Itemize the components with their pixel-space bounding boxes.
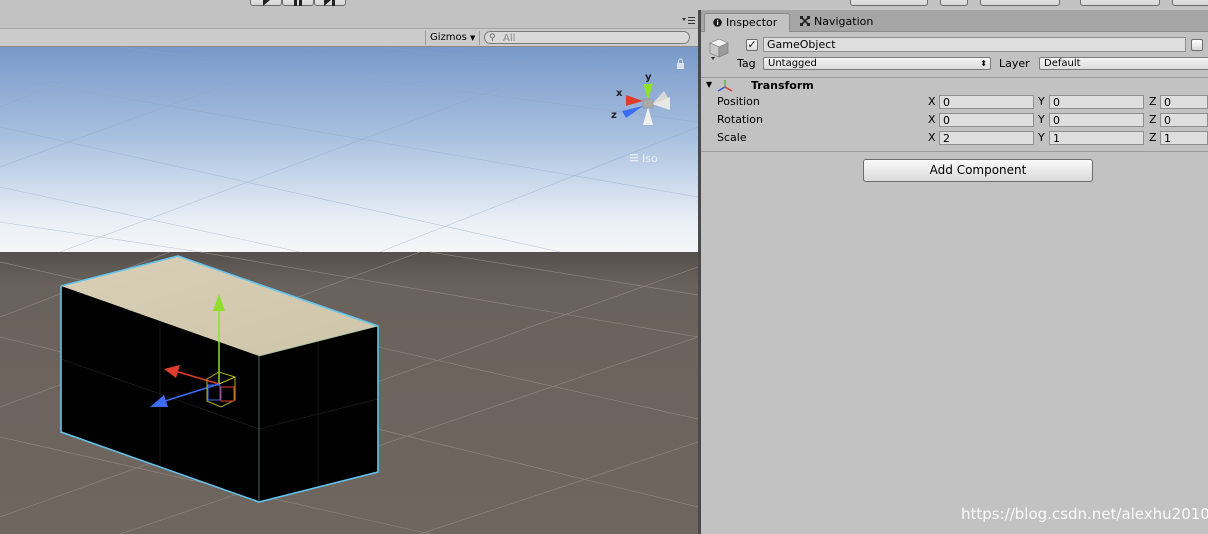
transform-axes-icon	[717, 80, 733, 92]
scene-tab-bar	[0, 10, 698, 28]
position-y-axis: Y	[1038, 95, 1045, 108]
transform-title: Transform	[751, 79, 814, 92]
layer-value: Default	[1044, 58, 1081, 69]
static-toggle[interactable]	[1191, 39, 1203, 51]
rotation-label: Rotation	[717, 113, 764, 126]
scale-x-axis: X	[928, 131, 936, 144]
inspector-panel: Inspector Navigation ✓ GameObject Tag Un…	[701, 10, 1208, 534]
inspector-tab-bar: Inspector Navigation	[701, 10, 1208, 32]
add-component-button[interactable]: Add Component	[863, 159, 1093, 182]
projection-label: Iso	[642, 152, 658, 165]
iso-icon	[630, 154, 638, 162]
main-toolbar	[0, 0, 1208, 10]
pause-button[interactable]	[282, 0, 314, 6]
tab-navigation[interactable]: Navigation	[792, 13, 892, 32]
rotation-y-axis: Y	[1038, 113, 1045, 126]
search-placeholder: All	[503, 33, 516, 44]
gameobject-header: ✓ GameObject Tag Untagged ⬍ Layer Defaul…	[701, 32, 1208, 74]
sky	[0, 47, 698, 252]
active-toggle[interactable]: ✓	[746, 39, 758, 51]
chevron-down-icon: ▼	[470, 34, 476, 42]
orientation-z-label: z	[611, 110, 617, 121]
tab-inspector[interactable]: Inspector	[704, 13, 790, 32]
position-label: Position	[717, 95, 760, 108]
position-z-field[interactable]: 0	[1160, 95, 1208, 109]
rotation-x-axis: X	[928, 113, 936, 126]
orientation-x-label: x	[616, 88, 623, 99]
scale-x-field[interactable]: 2	[939, 131, 1034, 145]
info-icon	[713, 14, 722, 32]
rotation-x-field[interactable]: 0	[939, 113, 1034, 127]
rotation-y-field[interactable]: 0	[1049, 113, 1144, 127]
play-icon	[263, 0, 270, 6]
tab-inspector-label: Inspector	[726, 16, 778, 29]
step-button[interactable]	[314, 0, 346, 6]
gameobject-name-field[interactable]: GameObject	[763, 37, 1186, 52]
scale-z-field[interactable]: 1	[1160, 131, 1208, 145]
rotation-z-field[interactable]: 0	[1160, 113, 1208, 127]
position-y-field[interactable]: 0	[1049, 95, 1144, 109]
scale-z-axis: Z	[1149, 131, 1157, 144]
scene-toolbar: Gizmos ▼ ⚲ All	[0, 28, 698, 47]
navigation-icon	[800, 13, 810, 31]
search-icon: ⚲	[489, 33, 496, 43]
scale-y-field[interactable]: 1	[1049, 131, 1144, 145]
rotation-z-axis: Z	[1149, 113, 1157, 126]
layout-dropdown[interactable]	[1172, 0, 1208, 6]
transform-header[interactable]: ▼ Transform	[701, 78, 1208, 95]
foldout-arrow-icon[interactable]: ▼	[706, 80, 712, 89]
panel-menu-icon[interactable]	[682, 16, 696, 26]
layers-dropdown[interactable]	[1080, 0, 1160, 6]
scale-label: Scale	[717, 131, 747, 144]
scene-search-input[interactable]: ⚲ All	[484, 31, 690, 44]
cloud-button[interactable]	[940, 0, 968, 6]
chevron-updown-icon: ⬍	[980, 59, 987, 68]
scale-y-axis: Y	[1038, 131, 1045, 144]
position-x-axis: X	[928, 95, 936, 108]
watermark-text: https://blog.csdn.net/alexhu2010q	[961, 505, 1208, 523]
scene-panel: Gizmos ▼ ⚲ All y x z Iso	[0, 10, 698, 534]
tab-navigation-label: Navigation	[814, 15, 874, 28]
gameobject-cube-icon	[709, 38, 729, 60]
position-x-field[interactable]: 0	[939, 95, 1034, 109]
layer-label: Layer	[999, 57, 1030, 70]
orientation-center-cube[interactable]	[642, 98, 654, 109]
pause-icon	[294, 0, 302, 6]
step-icon	[324, 0, 335, 6]
gizmos-label: Gizmos	[430, 32, 467, 43]
tag-label: Tag	[737, 57, 756, 70]
scene-viewport[interactable]: y x z Iso	[0, 47, 698, 534]
tag-value: Untagged	[768, 58, 817, 69]
tag-dropdown[interactable]: Untagged ⬍	[763, 57, 991, 70]
gizmos-dropdown[interactable]: Gizmos ▼	[425, 31, 481, 45]
transform-component: ▼ Transform Position X 0 Y 0 Z 0 Rotatio…	[701, 78, 1208, 152]
layer-dropdown[interactable]: Default	[1039, 57, 1208, 70]
position-z-axis: Z	[1149, 95, 1157, 108]
collab-button[interactable]	[850, 0, 928, 6]
orientation-y-label: y	[645, 72, 652, 83]
account-dropdown[interactable]	[980, 0, 1060, 6]
play-button[interactable]	[250, 0, 282, 6]
transform-divider	[701, 151, 1208, 152]
